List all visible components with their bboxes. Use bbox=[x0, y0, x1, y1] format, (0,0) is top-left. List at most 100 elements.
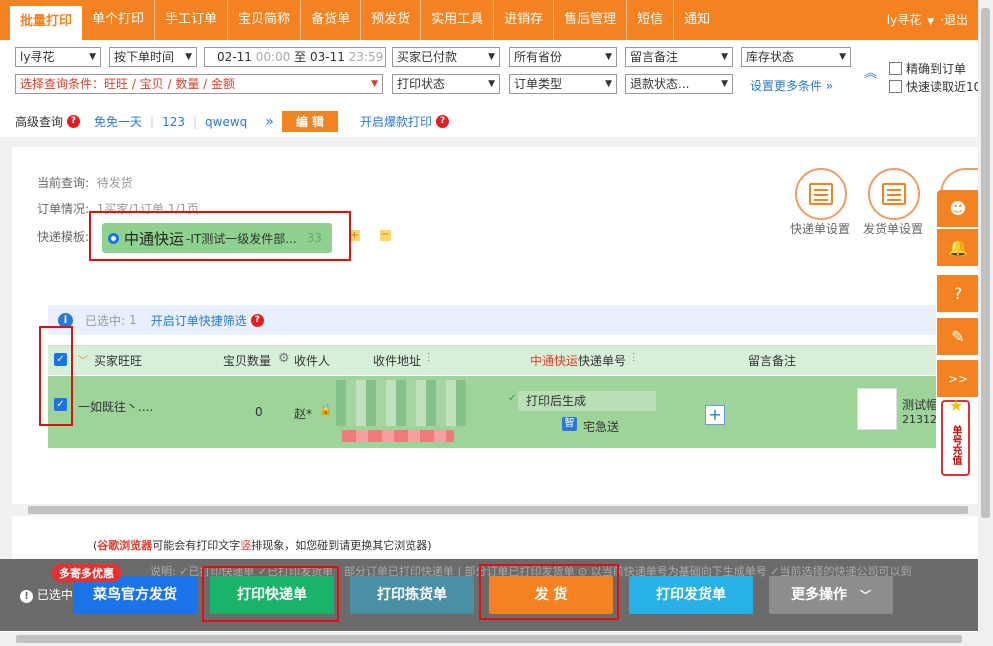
query-condition-select[interactable]: 选择查询条件：旺旺 / 宝贝 / 数量 / 金额 ▼ bbox=[15, 74, 383, 94]
remark-select[interactable]: 留言备注 ▼ bbox=[625, 47, 733, 67]
print-status-select[interactable]: 打印状态 ▼ bbox=[392, 74, 500, 94]
edit-button[interactable]: 编 辑 bbox=[281, 111, 339, 132]
help-circle-icon[interactable]: ? bbox=[937, 275, 979, 313]
tab-pre-ship[interactable]: 预发货 bbox=[361, 0, 422, 40]
robot-icon[interactable]: ☻ bbox=[937, 190, 979, 228]
shop-select-value: ly寻花 bbox=[20, 50, 55, 64]
header-receiver[interactable]: 收件人 bbox=[294, 352, 330, 369]
chevron-down-icon: ▼ bbox=[721, 79, 728, 89]
tab-item-alias[interactable]: 宝贝简称 bbox=[228, 0, 302, 40]
user-name: ly寻花 bbox=[886, 13, 922, 27]
advanced-query-label: 高级查询 bbox=[15, 115, 64, 129]
refund-status-select[interactable]: 退款状态... ▼ bbox=[625, 74, 733, 94]
print-picklist-button[interactable]: 打印拣货单 bbox=[350, 576, 474, 614]
express-settings-label: 快递单设置 bbox=[790, 222, 851, 236]
scrollbar-thumb[interactable] bbox=[981, 8, 990, 518]
tab-after-sale[interactable]: 售后管理 bbox=[554, 0, 628, 40]
chevron-down-icon[interactable]: ﹀ bbox=[78, 352, 88, 367]
exact-to-order-checkbox[interactable]: 精确到订单 bbox=[889, 60, 966, 77]
tab-manual-order[interactable]: 手工订单 bbox=[155, 0, 229, 40]
current-query-label: 当前查询: bbox=[37, 176, 90, 190]
tab-notice[interactable]: 通知 bbox=[674, 0, 720, 40]
row-receiver: 赵* bbox=[294, 407, 313, 421]
help-icon[interactable]: ? bbox=[67, 115, 81, 128]
tab-single-print[interactable]: 单个打印 bbox=[82, 0, 156, 40]
remove-template-icon[interactable]: − bbox=[380, 230, 391, 241]
collapse-up-icon[interactable]: ︽ bbox=[864, 62, 877, 81]
help-icon[interactable]: ? bbox=[436, 115, 450, 128]
tab-tools[interactable]: 实用工具 bbox=[421, 0, 495, 40]
more-actions-button[interactable]: 更多操作 ﹀ bbox=[769, 576, 893, 614]
quick-filter-link[interactable]: 开启订单快捷筛选 bbox=[151, 312, 247, 329]
edit-note-icon[interactable]: ✎ bbox=[937, 318, 979, 356]
express-settings-button[interactable] bbox=[795, 168, 847, 220]
table-hscrollbar[interactable] bbox=[12, 504, 978, 516]
user-menu[interactable]: ly寻花 ▼ ·退出 bbox=[887, 0, 968, 40]
chevron-down-icon: ▼ bbox=[371, 79, 378, 89]
gear-icon[interactable]: ⚙ bbox=[278, 351, 290, 366]
top-nav: 批量打印 单个打印 手工订单 宝贝简称 备货单 预发货 实用工具 进销存 售后管… bbox=[0, 0, 978, 40]
tab-inventory[interactable]: 进销存 bbox=[494, 0, 555, 40]
invoice-settings-button[interactable] bbox=[868, 168, 920, 220]
saved-query-2[interactable]: 123 bbox=[162, 115, 185, 129]
saved-query-3[interactable]: qwewq bbox=[205, 115, 247, 129]
tab-batch-print[interactable]: 批量打印 bbox=[10, 6, 83, 40]
product-thumbnail[interactable] bbox=[857, 388, 897, 430]
double-chevron-right-icon[interactable]: >> bbox=[937, 360, 979, 398]
order-status-select[interactable]: 买家已付款 ▼ bbox=[392, 47, 500, 67]
browser-name: 谷歌浏览器 bbox=[97, 539, 153, 552]
scrollbar-thumb[interactable] bbox=[28, 506, 968, 514]
saved-query-1[interactable]: 免免一天 bbox=[94, 113, 142, 130]
print-invoice-button[interactable]: 打印发货单 bbox=[629, 576, 753, 614]
page-hscrollbar[interactable] bbox=[0, 632, 993, 646]
print-status-value: 打印状态 bbox=[397, 77, 446, 91]
more-conditions-link[interactable]: 设置更多条件 » bbox=[750, 77, 833, 94]
time-to: 23:59 bbox=[348, 50, 384, 64]
tab-stock-list[interactable]: 备货单 bbox=[301, 0, 362, 40]
date-to: 03-11 bbox=[309, 50, 345, 64]
logout-link[interactable]: 退出 bbox=[944, 13, 968, 27]
header-express[interactable]: 中通快运快递单号 bbox=[530, 352, 626, 369]
tab-sms[interactable]: 短信 bbox=[627, 0, 675, 40]
province-select[interactable]: 所有省份 ▼ bbox=[509, 47, 617, 67]
invoice-form-icon bbox=[882, 183, 906, 205]
date-range-input[interactable]: 02-11 00:00 至 03-11 23:59 bbox=[204, 47, 386, 67]
page-vscrollbar[interactable] bbox=[978, 0, 993, 632]
stock-status-value: 库存状态 bbox=[746, 50, 795, 64]
hot-print-link[interactable]: 开启爆款打印 bbox=[360, 113, 432, 130]
table-header bbox=[48, 345, 936, 375]
add-remark-button[interactable]: + bbox=[705, 405, 725, 425]
time-type-select[interactable]: 按下单时间 ▼ bbox=[109, 47, 197, 67]
checkbox-box[interactable] bbox=[889, 80, 902, 93]
highlight-box-print-express bbox=[202, 566, 339, 622]
header-address[interactable]: 收件地址 bbox=[373, 352, 421, 369]
double-chevron-right-icon[interactable]: » bbox=[265, 114, 274, 130]
remark-value: 留言备注 bbox=[630, 50, 679, 64]
chevron-down-icon: ▼ bbox=[89, 52, 96, 62]
more-conditions-text: 设置更多条件 bbox=[750, 79, 823, 93]
star-icon: ★ bbox=[949, 396, 964, 415]
header-qty[interactable]: 宝贝数量 bbox=[223, 352, 271, 369]
order-type-select[interactable]: 订单类型 ▼ bbox=[509, 74, 617, 94]
lock-icon[interactable]: 🔒 bbox=[319, 403, 333, 416]
chevron-down-icon: ﹀ bbox=[859, 589, 871, 602]
template-label: 快递模板: bbox=[37, 230, 90, 244]
tracking-number-input[interactable]: 打印后生成 bbox=[518, 391, 656, 411]
chevron-down-icon: ▼ bbox=[605, 79, 612, 89]
header-buyer[interactable]: 买家旺旺 bbox=[94, 352, 142, 369]
header-remark[interactable]: 留言备注 bbox=[748, 352, 796, 369]
checkbox-box[interactable] bbox=[889, 62, 902, 75]
filter-icon[interactable]: ⫶ bbox=[427, 351, 430, 366]
shop-select[interactable]: ly寻花 ▼ bbox=[15, 47, 101, 67]
filter-icon[interactable]: ⫶ bbox=[632, 351, 635, 366]
scrollbar-thumb[interactable] bbox=[16, 635, 962, 643]
bell-icon[interactable]: 🔔 bbox=[937, 229, 979, 267]
selection-bar: i 已选中: 1 开启订单快捷筛选 ? bbox=[48, 305, 936, 335]
table-row[interactable] bbox=[48, 376, 936, 448]
row-buyer[interactable]: 一如既往丶.... bbox=[78, 398, 153, 415]
help-icon[interactable]: ? bbox=[250, 313, 264, 327]
quick-read-checkbox[interactable]: 快速读取近10 bbox=[889, 78, 981, 95]
delivery-service[interactable]: 宅急送 bbox=[583, 418, 619, 435]
stock-status-select[interactable]: 库存状态 ▼ bbox=[741, 47, 851, 67]
notice-highlight: 竖 bbox=[240, 539, 252, 552]
